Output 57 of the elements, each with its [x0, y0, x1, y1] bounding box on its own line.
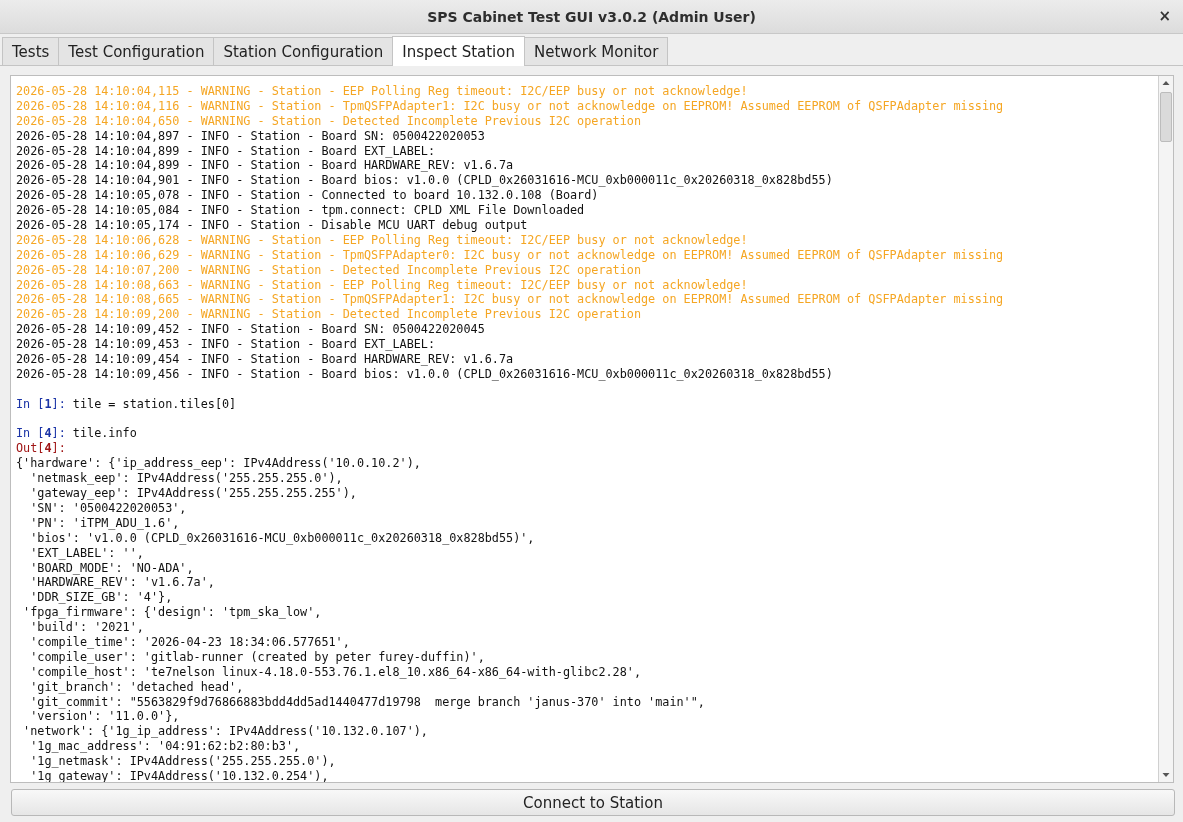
code-text: tile.info — [72, 426, 137, 441]
log-line: 2026-05-28 14:10:05,078 - INFO - Station - Connected to board 10.132.0.108 (Board) — [16, 188, 600, 204]
output-line: 'EXT_LABEL': '', — [29, 545, 145, 561]
scrollbar[interactable] — [1158, 76, 1173, 782]
output-line: 'DDR_SIZE_GB': '4'}, — [29, 590, 174, 606]
log-line: 2026-05-28 14:10:04,899 - INFO - Station - Board HARDWARE_REV: v1.6.7a — [16, 158, 515, 174]
code-text: tile = station.tiles[0] — [72, 396, 237, 411]
output-line: 'gateway_eep': IPv4Address('255.255.255.255'), — [29, 486, 358, 501]
log-line: 2026-05-28 14:10:09,454 - INFO - Station - Board HARDWARE_REV: v1.6.7a — [16, 352, 515, 367]
output-line: {'hardware': {'ip_address_eep': IPv4Address('10.0.10.2'), — [16, 456, 422, 472]
log-line: 2026-05-28 14:10:05,174 - INFO - Station - Disable MCU UART debug output — [16, 218, 529, 233]
log-line: 2026-05-28 14:10:09,200 - WARNING - Station - Detected Incomplete Previous I2C operation — [16, 307, 642, 323]
tab[interactable]: Tests — [2, 37, 60, 65]
log-line: 2026-05-28 14:10:04,897 - INFO - Station - Board SN: 0500422020053 — [16, 128, 486, 144]
output-line: 'PN': 'iTPM_ADU_1.6', — [29, 515, 181, 531]
scroll-thumb[interactable] — [1160, 92, 1172, 142]
input-prompt: In [1]: — [16, 396, 66, 411]
output-line: 'bios': 'v1.0.0 (CPLD_0x26031616-MCU_0xb000011c_0x20260318_0x828bd55)', — [29, 530, 536, 546]
close-button[interactable]: × — [1156, 7, 1173, 25]
log-line: 2026-05-28 14:10:06,629 - WARNING - Station - TpmQSFPAdapter0: I2C busy or not acknowledge on EEPROM! Assumed EEPROM of QSFPAdapter missing — [16, 247, 1005, 263]
output-line: 'compile_host': 'te7nelson linux-4.18.0-553.76.1.el8_10.x86_64-x86_64-with-glibc2.28', — [29, 664, 642, 680]
output-prompt: Out[4]: — [16, 441, 66, 456]
connect-button[interactable]: Connect to Station — [11, 789, 1175, 816]
input-prompt: In [4]: — [16, 426, 66, 441]
log-line: 2026-05-28 14:10:04,115 - WARNING - Station - EEP Polling Reg timeout: I2C/EEP busy or not acknowledge! — [16, 84, 749, 99]
output-line: 'netmask_eep': IPv4Address('255.255.255.0'), — [29, 471, 344, 487]
log-line: 2026-05-28 14:10:09,456 - INFO - Station - Board bios: v1.0.0 (CPLD_0x26031616-MCU_0xb000011c_0x20260318_0x828bd55) — [16, 366, 834, 382]
log-line: 2026-05-28 14:10:08,665 - WARNING - Station - TpmQSFPAdapter1: I2C busy or not acknowledge on EEPROM! Assumed EEPROM of QSFPAdapter missing — [16, 292, 1005, 308]
output-line: '1g_mac_address': '04:91:62:b2:80:b3', — [29, 739, 302, 755]
output-line: 'network': {'1g_ip_address': IPv4Address('10.132.0.107'), — [22, 724, 429, 740]
output-line: 'git_commit': "5563829f9d76866883bdd4dd5ad1440477d19798 merge branch 'janus-370' into 'main'", — [29, 694, 706, 710]
output-line: 'fpga_firmware': {'design': 'tpm_ska_low', — [22, 605, 323, 621]
tab[interactable]: Inspect Station — [392, 36, 525, 66]
output-line: 'SN': '0500422020053', — [29, 500, 188, 516]
output-line: '1g_gateway': IPv4Address('10.132.0.254'), — [29, 768, 330, 782]
log-line: 2026-05-28 14:10:08,663 - WARNING - Station - EEP Polling Reg timeout: I2C/EEP busy or not acknowledge! — [16, 277, 749, 293]
log-line: 2026-05-28 14:10:04,116 - WARNING - Station - TpmQSFPAdapter1: I2C busy or not acknowledge on EEPROM! Assumed EEPROM of QSFPAdapter missing — [16, 98, 1005, 114]
log-line: 2026-05-28 14:10:05,084 - INFO - Station - tpm.connect: CPLD XML File Downloaded — [16, 203, 586, 218]
log-line: 2026-05-28 14:10:04,899 - INFO - Station - Board EXT_LABEL: — [16, 143, 437, 159]
tab[interactable]: Station Configuration — [213, 37, 394, 65]
log-line: 2026-05-28 14:10:04,650 - WARNING - Station - Detected Incomplete Previous I2C operation — [16, 113, 642, 129]
output-line: 'git_branch': 'detached head', — [29, 679, 245, 695]
output-line: '1g_netmask': IPv4Address('255.255.255.0'), — [29, 754, 337, 769]
log-line: 2026-05-28 14:10:09,452 - INFO - Station - Board SN: 0500422020045 — [16, 322, 486, 338]
output-line: 'build': '2021', — [29, 620, 145, 635]
output-line: 'version': '11.0.0'}, — [29, 709, 181, 725]
output-line: 'compile_time': '2026-04-23 18:34:06.577651', — [29, 634, 351, 650]
output-line: 'compile_user': 'gitlab-runner (created by peter furey-duffin)', — [29, 649, 486, 665]
log-line: 2026-05-28 14:10:06,628 - WARNING - Station - EEP Polling Reg timeout: I2C/EEP busy or not acknowledge! — [16, 232, 749, 248]
log-line: 2026-05-28 14:10:04,901 - INFO - Station - Board bios: v1.0.0 (CPLD_0x26031616-MCU_0xb000011c_0x20260318_0x828bd55) — [16, 173, 834, 189]
output-line: 'HARDWARE_REV': 'v1.6.7a', — [29, 575, 216, 591]
tab[interactable]: Network Monitor — [523, 37, 669, 65]
tab[interactable]: Test Configuration — [58, 37, 215, 65]
window-title: SPS Cabinet Test GUI v3.0.2 (Admin User) — [427, 8, 756, 25]
output-line: 'BOARD_MODE': 'NO-ADA', — [29, 560, 195, 576]
log-line: 2026-05-28 14:10:07,200 - WARNING - Station - Detected Incomplete Previous I2C operation — [16, 262, 642, 278]
log-line: 2026-05-28 14:10:09,453 - INFO - Station - Board EXT_LABEL: — [16, 337, 437, 353]
